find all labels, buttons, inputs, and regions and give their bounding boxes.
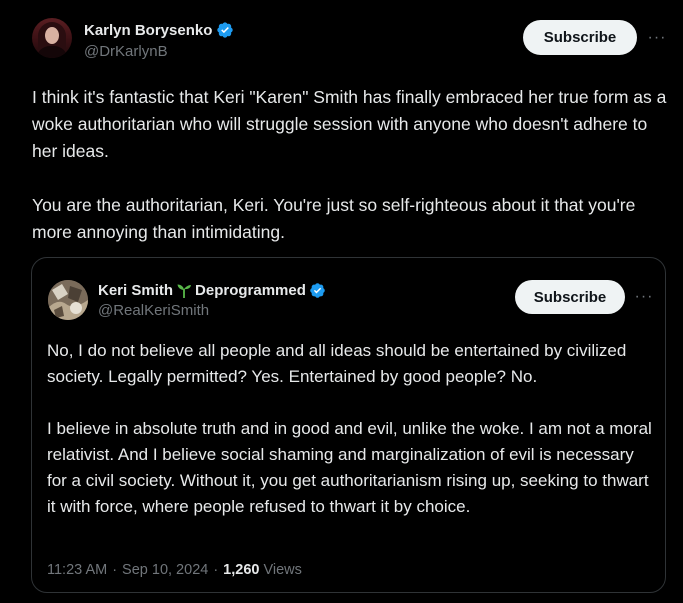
quoted-paragraph: I believe in absolute truth and in good … [47,419,652,516]
meta-separator: · [213,562,219,578]
subscribe-button[interactable]: Subscribe [523,20,637,55]
quoted-tweet-meta: 11:23 AM · Sep 10, 2024 · 1,260 Views [47,562,302,578]
author-avatar[interactable] [32,18,72,58]
quoted-subscribe-button[interactable]: Subscribe [515,280,625,314]
post-date[interactable]: Sep 10, 2024 [122,562,208,578]
quoted-author-info: Keri Smith Deprogrammed @RealKeriSmith [98,280,326,319]
quoted-author-name-suffix[interactable]: Deprogrammed [195,282,306,299]
tweet-paragraph: You are the authoritarian, Keri. You're … [32,195,636,242]
quoted-author-avatar[interactable] [48,280,88,320]
more-options-icon[interactable]: ··· [645,26,669,50]
quoted-tweet-text: No, I do not believe all people and all … [47,338,657,520]
tweet-paragraph: I think it's fantastic that Keri "Karen"… [32,87,667,161]
author-handle[interactable]: @DrKarlynB [84,43,234,60]
author-name[interactable]: Karlyn Borysenko [84,22,212,39]
verified-badge-icon [310,282,325,298]
views-count: 1,260 [223,562,260,578]
quoted-paragraph: No, I do not believe all people and all … [47,341,627,386]
seedling-icon [177,284,192,298]
quoted-author-name[interactable]: Keri Smith [98,282,173,299]
views-label: Views [263,562,302,578]
verified-badge-icon [217,22,234,38]
quoted-more-options-icon[interactable]: ··· [632,286,656,308]
quoted-author-name-row: Keri Smith Deprogrammed [98,280,326,300]
tweet: Karlyn Borysenko @DrKarlynB Subscribe ··… [0,0,683,603]
meta-separator: · [112,562,118,578]
post-time[interactable]: 11:23 AM [47,562,107,578]
quoted-author-handle[interactable]: @RealKeriSmith [98,302,326,319]
author-name-row: Karlyn Borysenko [84,20,234,40]
tweet-text: I think it's fantastic that Keri "Karen"… [32,84,668,246]
author-info: Karlyn Borysenko @DrKarlynB [84,20,234,60]
quoted-tweet[interactable]: Keri Smith Deprogrammed @RealKeriSmith S… [31,257,666,593]
